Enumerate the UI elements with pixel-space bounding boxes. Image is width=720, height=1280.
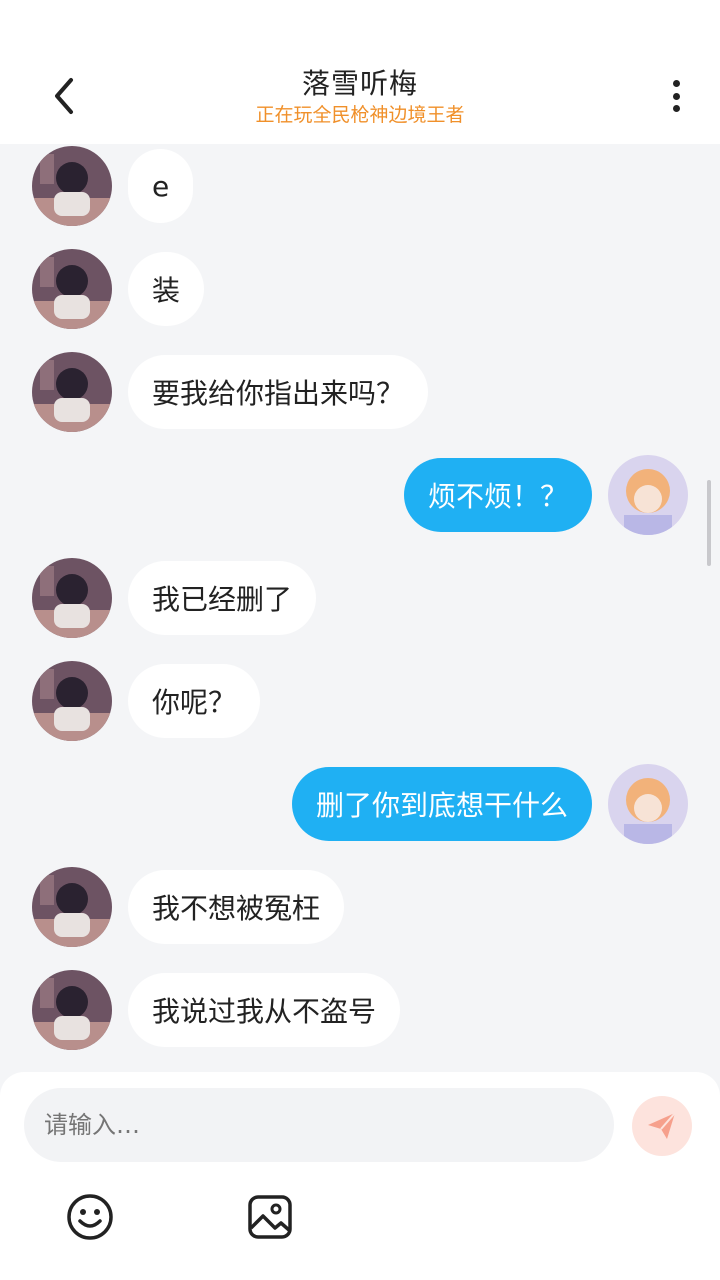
emoji-button[interactable] — [65, 1192, 115, 1242]
contact-avatar[interactable] — [32, 661, 112, 741]
page-title: 落雪听梅 — [301, 67, 418, 100]
message-row-outgoing: 删了你到底想干什么 — [0, 764, 720, 844]
scrollbar[interactable] — [707, 480, 711, 566]
image-icon — [248, 1195, 292, 1239]
contact-avatar[interactable] — [32, 867, 112, 947]
contact-avatar[interactable] — [32, 558, 112, 638]
chat-header: 落雪听梅 正在玩全民枪神边境王者 — [0, 0, 720, 144]
message-row-outgoing: 烦不烦！？ — [0, 455, 720, 535]
message-row-incoming: 我不想被冤枉 — [0, 867, 720, 947]
message-row-incoming: 你呢？ — [0, 661, 720, 741]
message-bubble[interactable]: 删了你到底想干什么 — [291, 767, 592, 841]
contact-avatar[interactable] — [32, 146, 112, 226]
contact-avatar[interactable] — [32, 352, 112, 432]
message-bubble[interactable]: e — [128, 149, 194, 223]
contact-avatar[interactable] — [32, 249, 112, 329]
message-bubble[interactable]: 我不想被冤枉 — [128, 870, 345, 944]
more-vertical-icon-dot — [672, 105, 680, 112]
message-list[interactable]: e 装 要我给你指出来吗？ 烦不烦！？ 我已经删了 你呢？ 删了你到底想干什么 — [0, 144, 720, 1074]
message-row-incoming: 要我给你指出来吗？ — [0, 352, 720, 432]
message-bubble[interactable]: 装 — [128, 252, 205, 326]
user-avatar[interactable] — [608, 455, 688, 535]
message-bubble[interactable]: 我说过我从不盗号 — [128, 973, 401, 1047]
message-row-incoming: 装 — [0, 249, 720, 329]
send-button[interactable] — [632, 1096, 692, 1156]
more-vertical-icon — [672, 80, 680, 87]
message-bubble[interactable]: 我已经删了 — [128, 561, 317, 635]
more-options-button[interactable] — [660, 76, 692, 116]
message-bubble[interactable]: 烦不烦！？ — [403, 458, 592, 532]
message-input[interactable] — [24, 1088, 614, 1162]
message-row-incoming: e — [0, 146, 720, 226]
status-subtitle: 正在玩全民枪神边境王者 — [255, 104, 465, 126]
more-vertical-icon-dot — [672, 92, 680, 100]
contact-avatar[interactable] — [32, 970, 112, 1050]
user-avatar[interactable] — [608, 764, 688, 844]
message-row-incoming: 我已经删了 — [0, 558, 720, 638]
message-bubble[interactable]: 你呢？ — [128, 664, 261, 738]
message-bubble[interactable]: 要我给你指出来吗？ — [128, 355, 429, 429]
image-button[interactable] — [245, 1192, 295, 1242]
emoji-icon — [67, 1194, 113, 1240]
composer-panel — [0, 1072, 720, 1280]
message-row-incoming: 我说过我从不盗号 — [0, 970, 720, 1050]
send-icon — [648, 1112, 676, 1139]
